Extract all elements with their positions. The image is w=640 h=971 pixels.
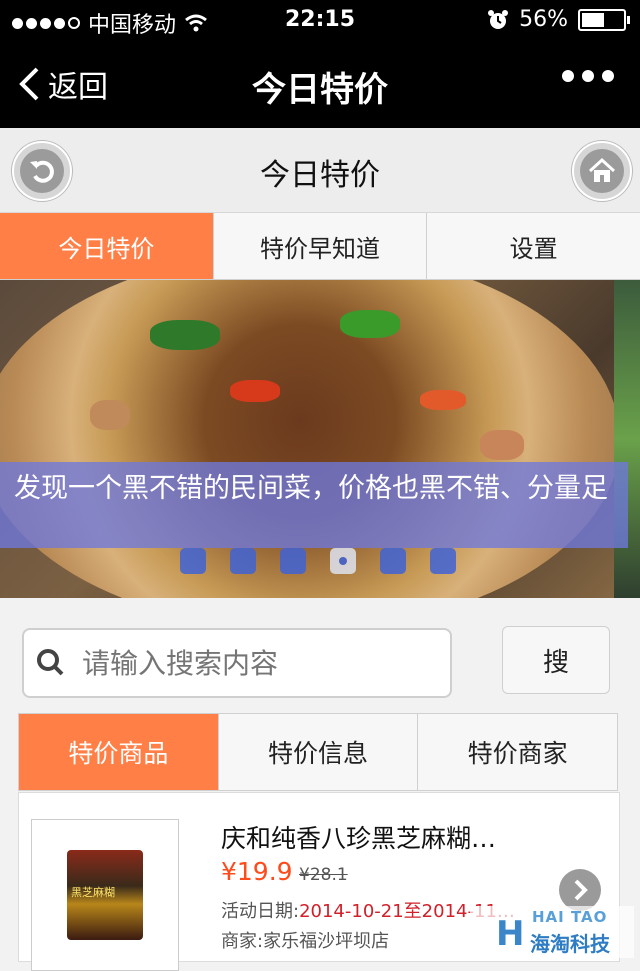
- banner-image-detail: [230, 380, 280, 402]
- pager-dot[interactable]: [380, 548, 406, 574]
- product-price: ¥19.9: [221, 857, 293, 886]
- more-dot-icon: [602, 70, 614, 82]
- tab-today-deals[interactable]: 今日特价: [0, 213, 214, 279]
- pager-dot[interactable]: [180, 548, 206, 574]
- alarm-icon: [488, 9, 509, 29]
- carousel-pager: [180, 548, 456, 574]
- search-button[interactable]: 搜: [502, 626, 610, 694]
- banner-image-detail: [340, 310, 400, 338]
- watermark-line1: HAI TAO: [532, 908, 608, 926]
- pager-dot[interactable]: [430, 548, 456, 574]
- home-button[interactable]: [572, 141, 632, 201]
- status-right: 56%: [487, 7, 630, 32]
- battery-icon: [578, 8, 630, 31]
- nav-bar: 返回 今日特价: [0, 40, 640, 128]
- subtab-deal-products[interactable]: 特价商品: [19, 714, 219, 790]
- more-dot-icon: [562, 70, 574, 82]
- pager-dot-active[interactable]: [330, 548, 356, 574]
- banner-image-detail: [90, 400, 130, 430]
- banner-carousel[interactable]: 发现一个黑不错的民间菜，价格也黑不错、分量足: [0, 280, 640, 598]
- more-menu-button[interactable]: [562, 70, 614, 82]
- more-dot-icon: [582, 70, 594, 82]
- home-icon: [588, 157, 616, 182]
- logo-h-icon: H: [496, 914, 525, 954]
- subtab-deal-merchants[interactable]: 特价商家: [418, 714, 618, 790]
- banner-caption: 发现一个黑不错的民间菜，价格也黑不错、分量足: [0, 462, 628, 548]
- main-tabs: 今日特价 特价早知道 设置: [0, 213, 640, 280]
- banner-image-detail: [480, 430, 524, 460]
- banner-image-detail: [420, 390, 466, 410]
- banner-image-detail: [150, 320, 220, 350]
- page-title: 今日特价: [260, 158, 380, 193]
- tab-deal-alerts[interactable]: 特价早知道: [213, 213, 428, 279]
- subtab-deal-info[interactable]: 特价信息: [218, 714, 419, 790]
- next-slide-peek: [614, 280, 640, 598]
- date-label: 活动日期:: [221, 901, 300, 922]
- product-thumbnail: 黑芝麻糊: [31, 819, 179, 971]
- search-input[interactable]: [80, 645, 444, 681]
- product-merchant: 商家:家乐福沙坪坝店: [221, 931, 390, 952]
- page-header: 今日特价: [0, 128, 640, 213]
- chevron-right-icon: [574, 879, 588, 901]
- search-icon: [37, 649, 64, 676]
- product-package-image: 黑芝麻糊: [67, 850, 143, 940]
- status-bar: 中国移动 22:15 56%: [0, 0, 640, 40]
- product-original-price: ¥28.1: [299, 865, 348, 885]
- pager-dot[interactable]: [230, 548, 256, 574]
- watermark-line2: 海淘科技: [530, 932, 610, 956]
- nav-title: 今日特价: [252, 70, 388, 110]
- watermark-logo: H HAI TAO 海淘科技: [470, 906, 634, 958]
- search-row: 搜: [0, 598, 640, 714]
- battery-percent: 56%: [519, 7, 568, 32]
- package-label: 黑芝麻糊: [71, 886, 115, 899]
- product-detail-button[interactable]: [559, 869, 601, 911]
- pager-dot[interactable]: [280, 548, 306, 574]
- search-field[interactable]: [22, 628, 452, 698]
- product-name: 庆和纯香八珍黑芝麻糊…: [221, 824, 497, 853]
- sub-tabs: 特价商品 特价信息 特价商家: [18, 713, 618, 791]
- tab-settings[interactable]: 设置: [427, 213, 640, 279]
